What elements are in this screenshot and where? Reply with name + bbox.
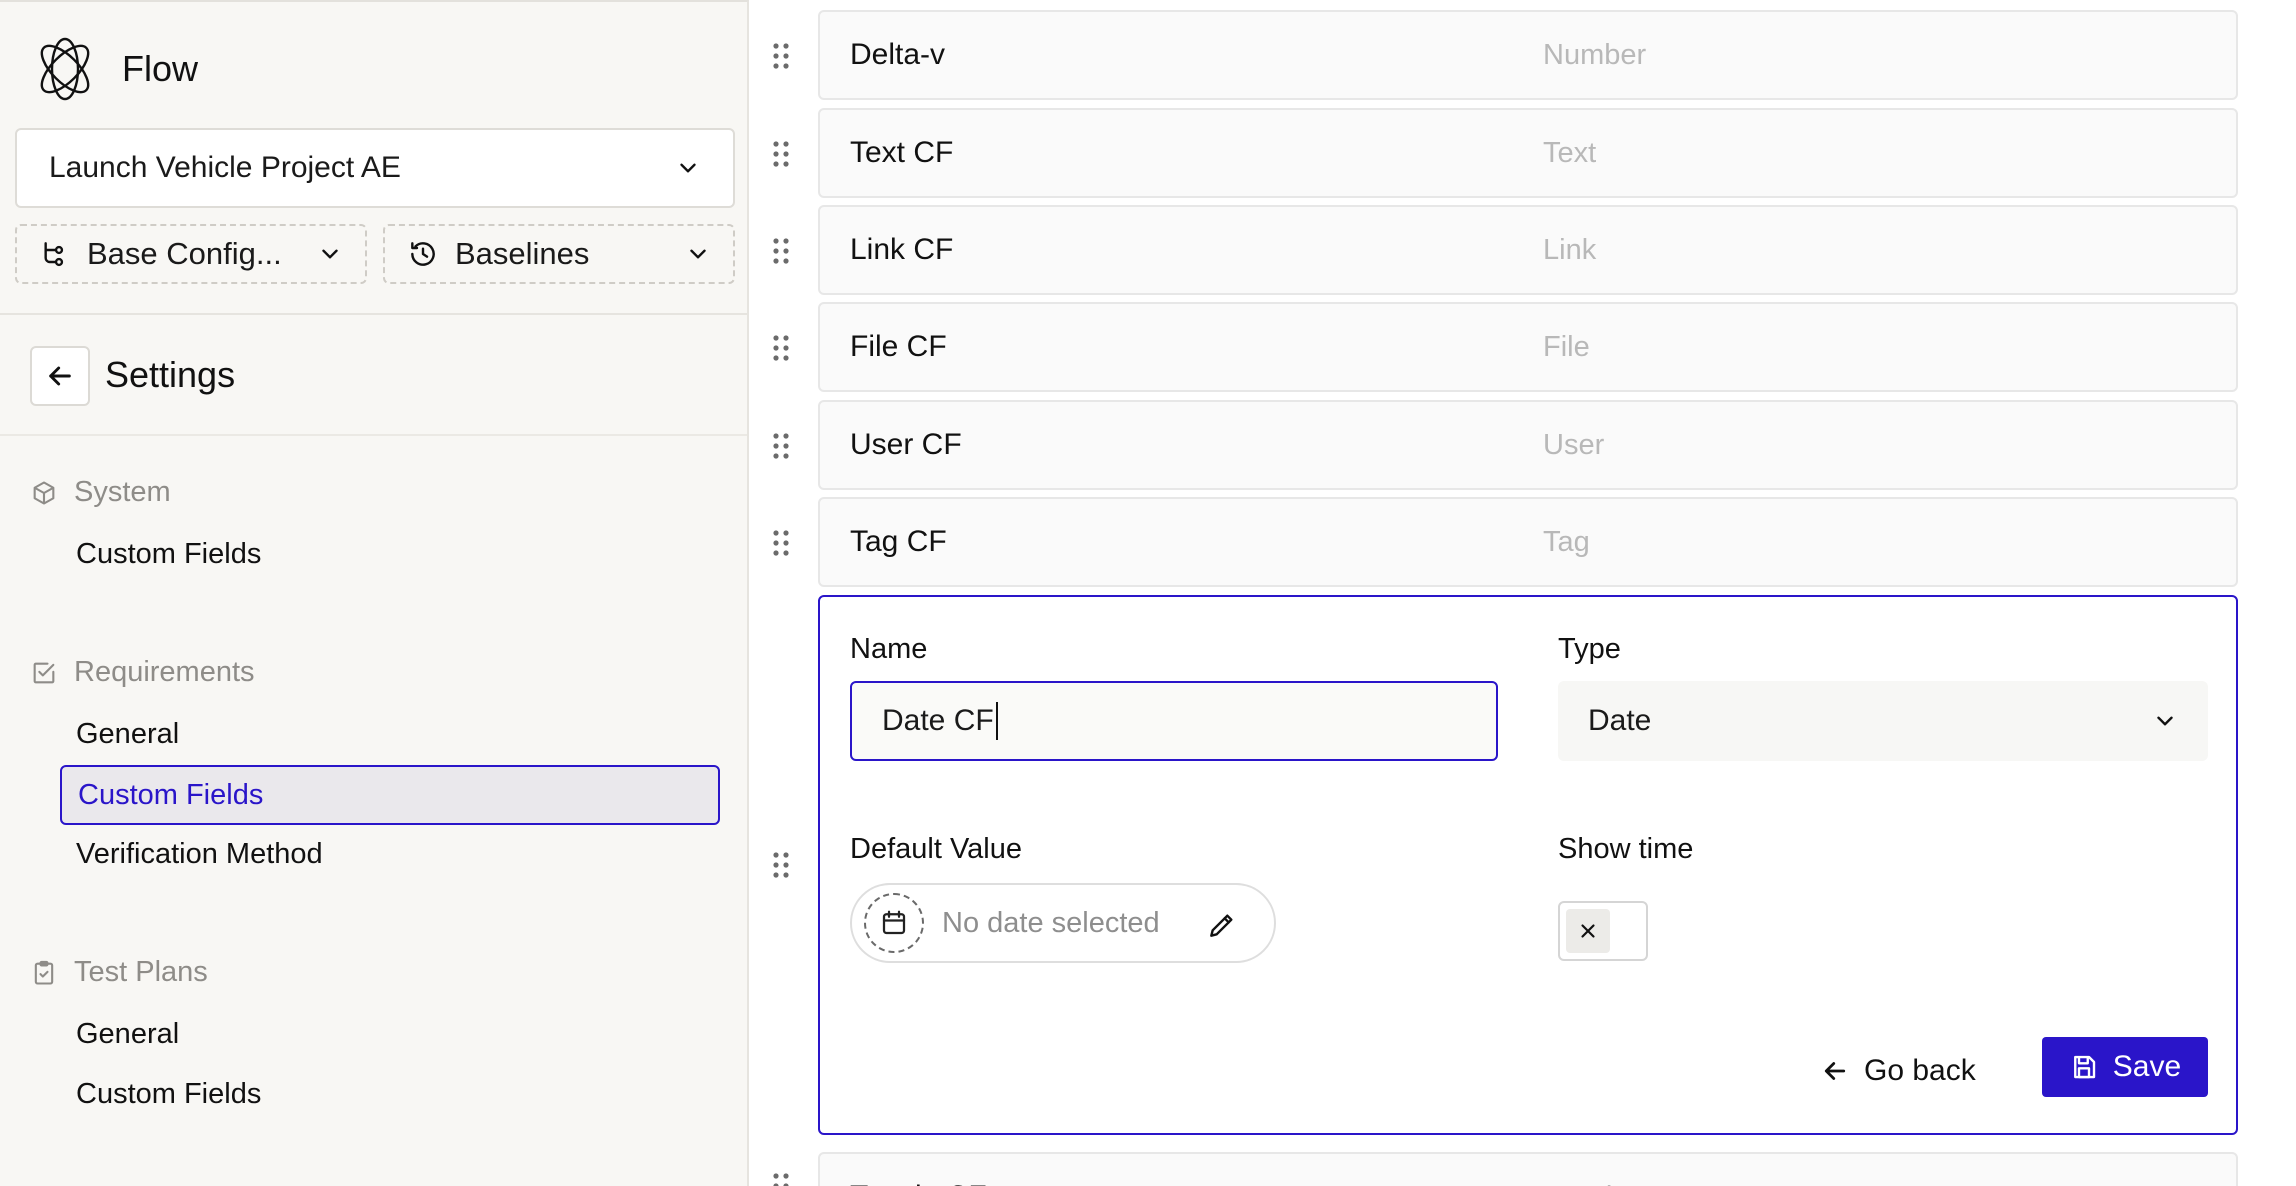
chevron-down-icon [322, 249, 338, 259]
field-name: Delta-v [850, 38, 946, 71]
show-time-toggle[interactable] [1558, 901, 1648, 961]
show-time-label: Show time [1558, 833, 1694, 865]
type-select[interactable]: Date [1558, 681, 2208, 761]
field-type: Number [1543, 39, 1647, 71]
section-header-system: System [30, 476, 171, 509]
drag-handle-icon[interactable] [772, 851, 790, 879]
calendar-icon [882, 910, 906, 935]
sidebar: Flow Launch Vehicle Project AE Base Conf… [0, 0, 749, 1186]
config-select[interactable]: Base Config... [15, 224, 367, 284]
date-placeholder: No date selected [942, 906, 1160, 939]
checkbox-icon [33, 662, 55, 683]
field-row[interactable]: Link CF Link [818, 205, 2238, 295]
nav-item-test-plans-custom-fields[interactable]: Custom Fields [76, 1078, 261, 1111]
field-type: Toggle [1543, 1154, 1628, 1186]
section-title: System [74, 476, 171, 508]
drag-handle-icon[interactable] [772, 1172, 790, 1186]
custom-fields-list: Delta-v Number Text CF Text Link CF Link… [750, 0, 2296, 1186]
nav-item-requirements-general[interactable]: General [76, 718, 179, 751]
field-row[interactable]: Delta-v Number [818, 10, 2238, 100]
drag-handle-icon[interactable] [772, 432, 790, 460]
field-name: Toggle CF [850, 1154, 987, 1186]
history-icon [411, 242, 435, 266]
field-type: Text [1543, 137, 1597, 169]
nav-item-system-custom-fields[interactable]: Custom Fields [76, 538, 261, 571]
chevron-down-icon [680, 163, 696, 173]
type-label: Type [1558, 633, 1621, 665]
field-row[interactable]: File CF File [818, 302, 2238, 392]
field-name: Tag CF [850, 525, 947, 558]
calendar-button[interactable] [864, 893, 924, 953]
arrow-left-icon [1824, 1062, 1846, 1080]
project-select[interactable]: Launch Vehicle Project AE [15, 128, 735, 208]
drag-handle-icon[interactable] [772, 529, 790, 557]
baselines-select-value: Baselines [455, 236, 590, 271]
divider [0, 313, 747, 315]
default-value-label: Default Value [850, 833, 1022, 865]
config-select-value: Base Config... [87, 236, 282, 271]
go-back-button[interactable]: Go back [1820, 1041, 1976, 1101]
field-row[interactable]: Text CF Text [818, 108, 2238, 198]
app-name: Flow [122, 48, 199, 89]
type-select-value: Date [1588, 704, 1652, 737]
clipboard-check-icon [34, 960, 54, 985]
drag-handle-icon[interactable] [772, 42, 790, 70]
chevron-down-icon [2157, 716, 2173, 726]
baselines-select[interactable]: Baselines [383, 224, 735, 284]
branch-config-icon [44, 242, 64, 267]
field-name: User CF [850, 428, 962, 461]
back-button[interactable] [30, 346, 90, 406]
brand[interactable]: Flow [32, 36, 198, 102]
pencil-icon[interactable] [1206, 909, 1238, 941]
project-select-value: Launch Vehicle Project AE [49, 151, 401, 184]
nav-item-verification-method[interactable]: Verification Method [76, 838, 323, 871]
field-row[interactable]: User CF User [818, 400, 2238, 490]
field-row[interactable]: Tag CF Tag [818, 497, 2238, 587]
chevron-down-icon [690, 249, 706, 259]
nav-item-test-plans-general[interactable]: General [76, 1018, 179, 1051]
field-name: Text CF [850, 136, 954, 169]
section-title: Requirements [74, 656, 255, 688]
name-label: Name [850, 633, 928, 665]
toggle-knob [1566, 909, 1610, 953]
section-title: Test Plans [74, 956, 208, 988]
field-type: File [1543, 331, 1590, 363]
save-icon [2073, 1055, 2095, 1079]
go-back-label: Go back [1864, 1054, 1976, 1087]
page-title: Settings [105, 354, 236, 395]
field-name: File CF [850, 330, 947, 363]
nav-item-requirements-custom-fields[interactable]: Custom Fields [60, 765, 720, 825]
drag-handle-icon[interactable] [772, 140, 790, 168]
flow-logo-icon [40, 37, 90, 101]
section-header-requirements: Requirements [30, 656, 255, 689]
cube-icon [33, 480, 55, 505]
field-type: Tag [1543, 526, 1590, 558]
divider [0, 434, 747, 436]
save-button[interactable]: Save [2042, 1037, 2208, 1097]
drag-handle-icon[interactable] [772, 237, 790, 265]
field-type: User [1543, 429, 1605, 461]
close-icon [1581, 924, 1595, 938]
name-input[interactable]: Date CF [850, 681, 1498, 761]
default-date-picker[interactable]: No date selected [850, 883, 1276, 963]
save-label: Save [2112, 1050, 2182, 1083]
field-editor: Name Date CF Type Date Default Value No … [818, 595, 2238, 1135]
text-caret [995, 702, 998, 740]
arrow-left-icon [49, 366, 71, 386]
field-type: Link [1543, 234, 1597, 266]
name-input-value: Date CF [882, 704, 994, 737]
field-row[interactable]: Toggle CF Toggle [818, 1152, 2238, 1186]
section-header-test-plans: Test Plans [30, 956, 208, 989]
drag-handle-icon[interactable] [772, 334, 790, 362]
field-name: Link CF [850, 233, 954, 266]
